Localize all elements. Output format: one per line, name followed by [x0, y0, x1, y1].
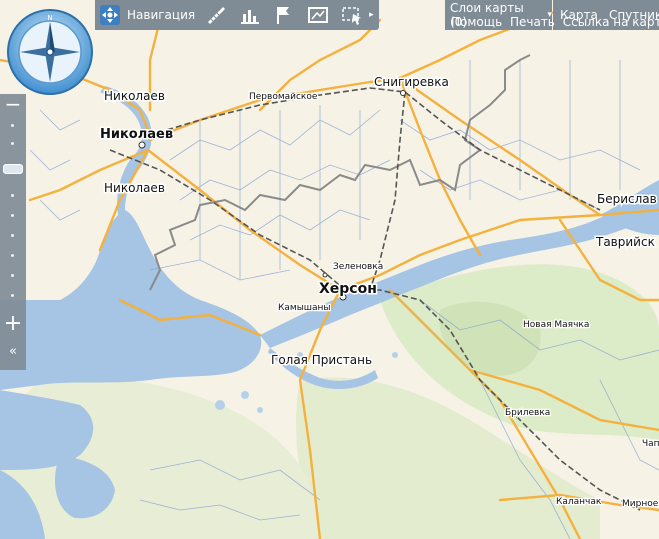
collapse-panel-button[interactable]: « — [3, 344, 23, 360]
village-label: Первомайское — [249, 92, 318, 102]
city-label: Николаев — [100, 127, 173, 142]
zoom-slider-handle[interactable] — [3, 164, 23, 174]
header-links: Помощь Печать Ссылка на карту — [451, 15, 659, 29]
city-label: Николаев — [104, 181, 165, 195]
zoom-level-dot[interactable] — [11, 274, 14, 277]
chart-icon — [241, 10, 260, 24]
city-label: Херсон — [319, 281, 377, 297]
map-print-icon — [308, 7, 329, 23]
city-label: Берислав — [597, 192, 657, 206]
ruler-button[interactable] — [203, 2, 229, 28]
city-label: Голая Пристань — [271, 353, 372, 367]
zoom-out-button[interactable]: − — [3, 94, 23, 114]
navigation-label: Навигация — [127, 8, 196, 22]
navigation-grid-icon — [100, 5, 120, 25]
zoom-level-dot[interactable] — [11, 234, 14, 237]
toolbar: Навигация ▸ — [95, 0, 379, 30]
ruler-icon — [208, 7, 226, 24]
city-label: Таврийск — [595, 235, 655, 249]
zoom-bar: − + « — [0, 94, 26, 370]
zoom-level-dot[interactable] — [11, 194, 14, 197]
village-label: Камышаны — [278, 303, 331, 313]
help-link[interactable]: Помощь — [451, 15, 502, 29]
village-label: Зеленовка — [333, 262, 383, 272]
select-area-button[interactable] — [339, 2, 365, 28]
chevron-right-icon[interactable]: ▸ — [369, 10, 374, 20]
navigation-button[interactable]: Навигация — [95, 0, 195, 30]
zoom-level-dot[interactable] — [11, 124, 14, 127]
village-label: Каланчак — [556, 497, 602, 507]
chart-button[interactable] — [237, 2, 263, 28]
zoom-level-dot[interactable] — [11, 254, 14, 257]
village-label: Брилевка — [505, 408, 550, 418]
print-link[interactable]: Печать — [510, 15, 555, 29]
village-label: Новая Маячка — [523, 320, 589, 330]
map-print-button[interactable] — [305, 2, 331, 28]
compass-icon[interactable]: N — [6, 8, 94, 96]
city-label: Снигиревка — [374, 75, 449, 89]
zoom-level-dot[interactable] — [11, 294, 14, 297]
zoom-level-dot[interactable] — [11, 142, 14, 145]
map-canvas[interactable]: Николаев Николаев Николаев Херсон Снигир… — [0, 0, 659, 539]
flag-route-icon — [277, 7, 290, 24]
city-label: Николаев — [104, 89, 165, 103]
zoom-level-dot[interactable] — [11, 214, 14, 217]
village-label: Чап — [642, 439, 659, 449]
zoom-in-button[interactable]: + — [3, 313, 23, 336]
route-button[interactable] — [271, 2, 297, 28]
village-label: Мирное — [622, 499, 659, 509]
map-link[interactable]: Ссылка на карту — [563, 15, 659, 29]
svg-text:N: N — [47, 14, 52, 22]
select-area-icon — [342, 7, 362, 25]
